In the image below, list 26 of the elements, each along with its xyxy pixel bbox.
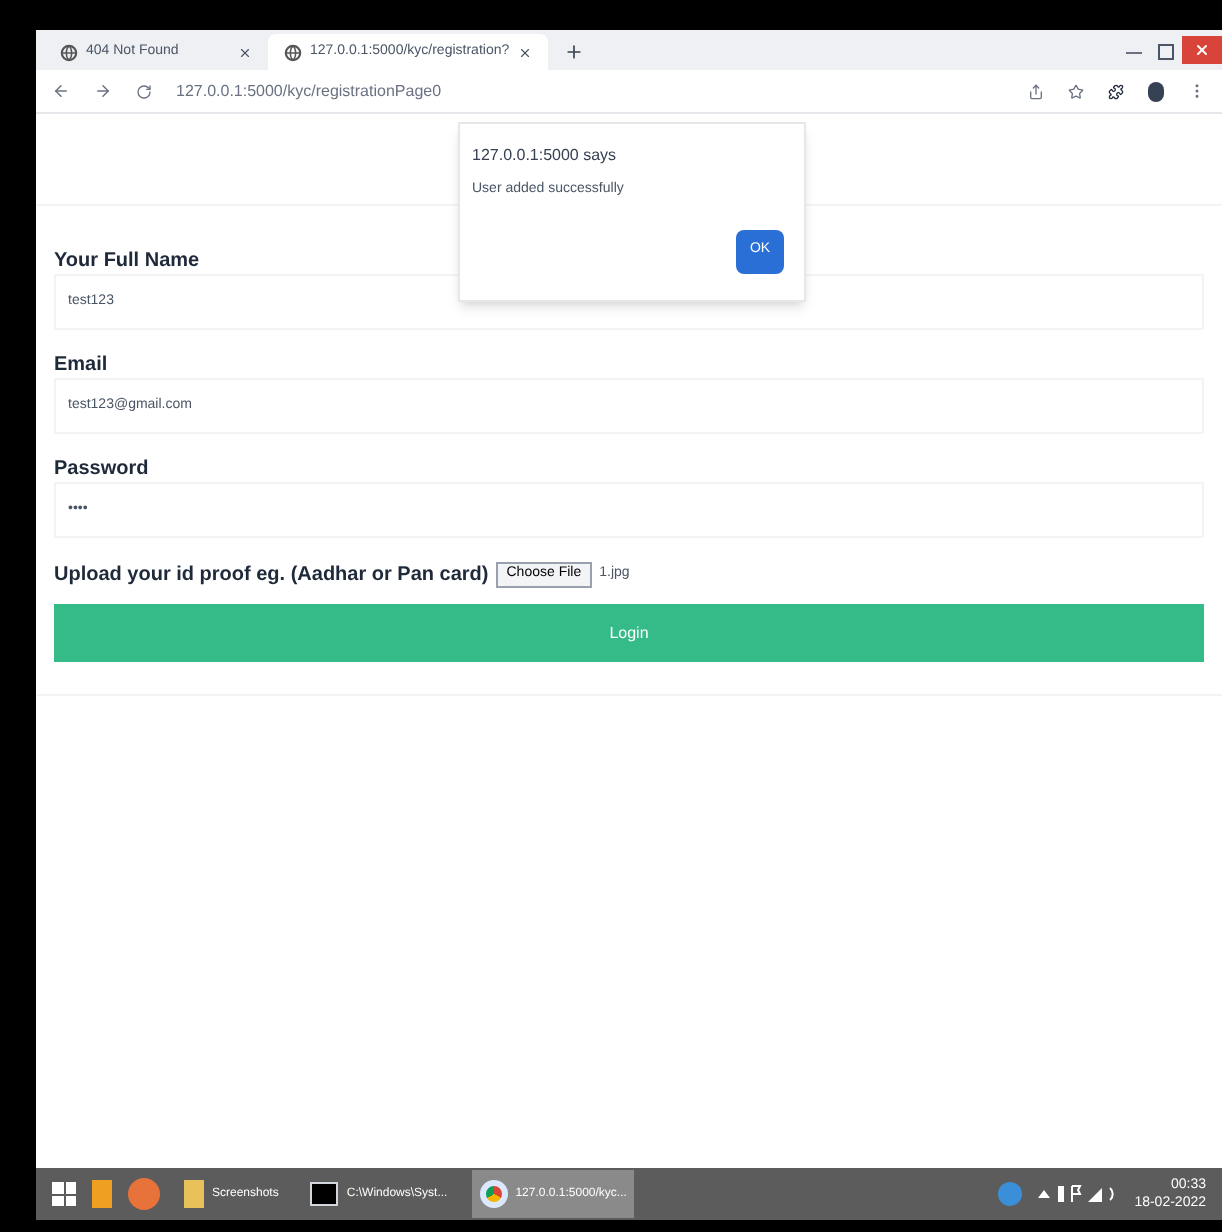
globe-icon xyxy=(284,43,302,61)
maximize-icon[interactable] xyxy=(1158,44,1174,60)
star-icon[interactable] xyxy=(1068,83,1084,99)
folder-icon xyxy=(184,1180,204,1208)
close-icon[interactable] xyxy=(238,45,252,59)
console-icon xyxy=(310,1182,339,1206)
field-label: Your Full Name xyxy=(54,248,200,272)
globe-icon xyxy=(60,43,78,61)
system-tray-icons[interactable] xyxy=(1038,1184,1119,1204)
close-button[interactable] xyxy=(1182,36,1222,64)
back-icon[interactable] xyxy=(52,82,70,100)
field-label: Email xyxy=(54,352,108,376)
new-tab-icon[interactable] xyxy=(563,42,584,62)
windows-start-icon[interactable] xyxy=(52,1182,76,1206)
reload-icon[interactable] xyxy=(136,83,152,99)
dialog-title: 127.0.0.1:5000 says xyxy=(472,144,619,168)
forward-icon[interactable] xyxy=(94,82,112,100)
share-icon[interactable] xyxy=(1028,83,1044,99)
address-bar[interactable]: 127.0.0.1:5000/kyc/registrationPage0 xyxy=(176,79,1004,103)
field-label: Password xyxy=(54,456,149,480)
close-icon xyxy=(1194,42,1210,58)
close-icon[interactable] xyxy=(517,45,532,59)
profile-icon[interactable] xyxy=(1148,81,1164,101)
browser-icon xyxy=(479,1180,508,1208)
upload-label: Upload your id proof eg. (Aadhar or Pan card) xyxy=(54,562,489,590)
puzzle-icon[interactable] xyxy=(1108,83,1124,99)
